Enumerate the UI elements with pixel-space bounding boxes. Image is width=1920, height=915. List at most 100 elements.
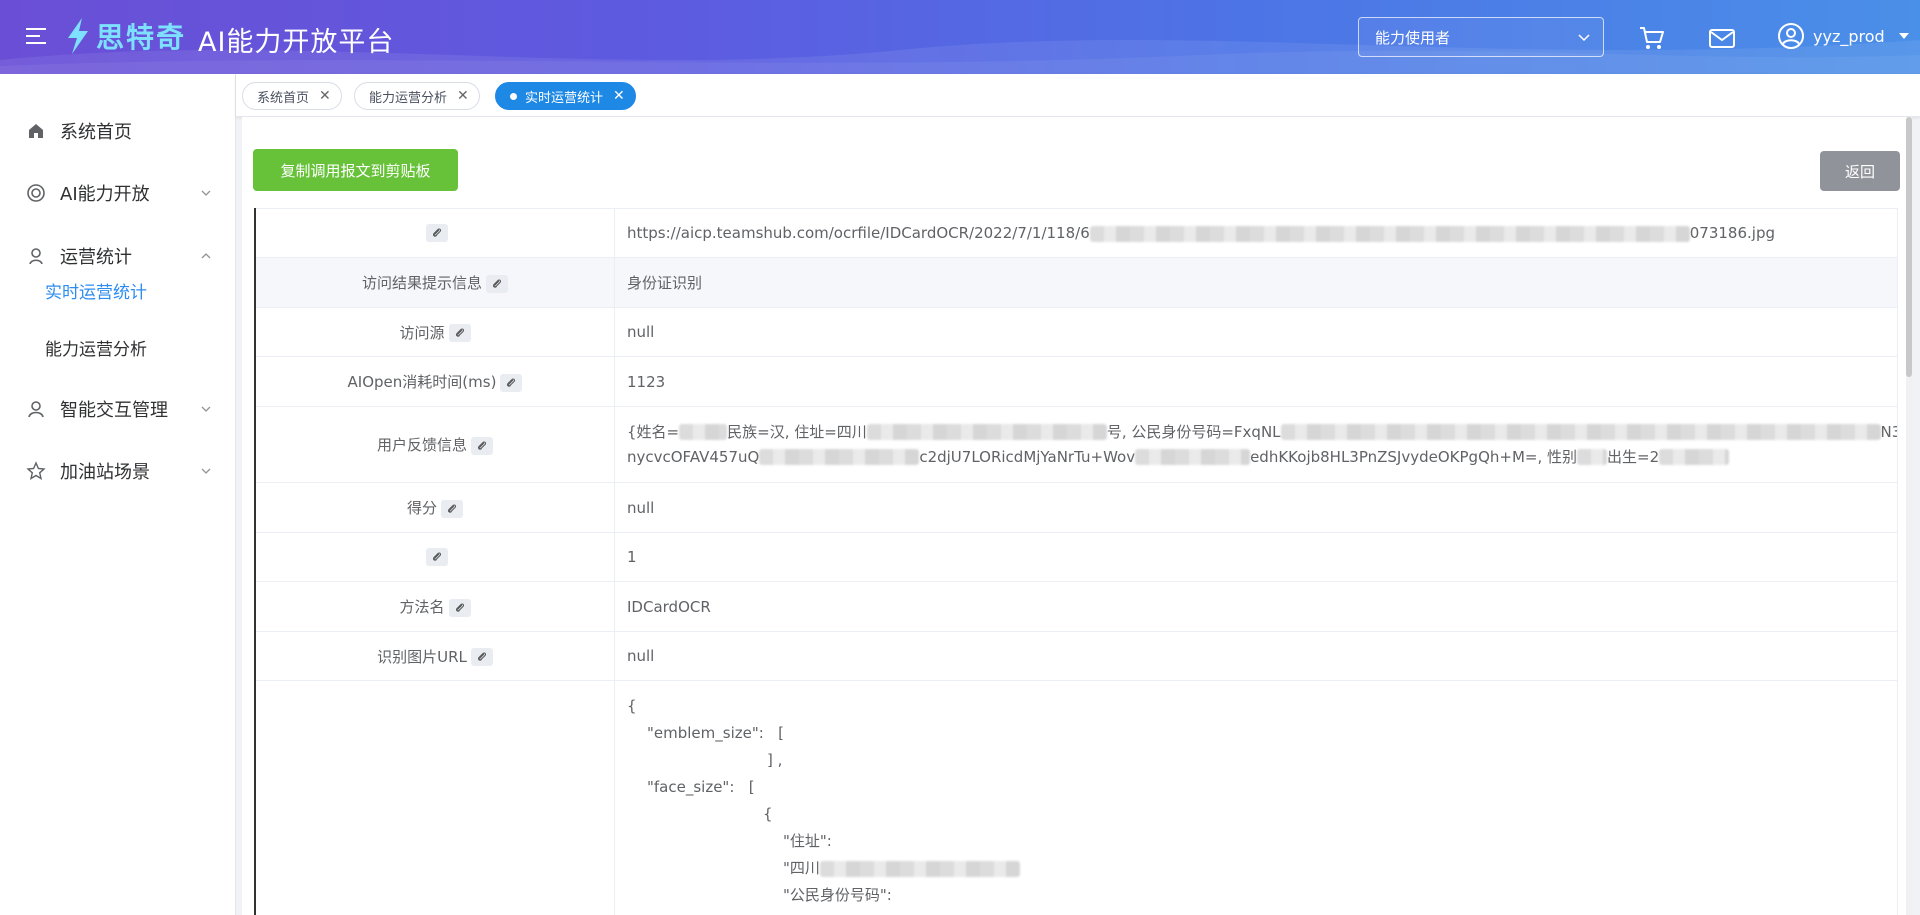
scrollbar-thumb[interactable] xyxy=(1906,117,1912,377)
close-icon[interactable]: ✕ xyxy=(613,88,625,104)
sidebar-subitem-capability-analysis[interactable]: 能力运营分析 xyxy=(0,324,236,370)
star-icon xyxy=(26,461,46,480)
chevron-down-icon xyxy=(201,190,211,196)
active-dot-icon xyxy=(510,92,517,100)
paperclip-icon[interactable] xyxy=(448,598,471,617)
platform-title: AI能力开放平台 xyxy=(198,27,395,58)
row-label: 访问源 xyxy=(254,307,615,357)
top-header: 思特奇 AI能力开放平台 能力使用者 yyz_prod xyxy=(0,0,1920,74)
redacted-region xyxy=(679,424,728,440)
lifebuoy-icon xyxy=(27,184,45,202)
paperclip-icon[interactable] xyxy=(441,499,463,518)
main-content: 复制调用报文到剪贴板 返回 https://aicp.teamshub.com/… xyxy=(242,117,1912,915)
chevron-down-icon xyxy=(201,406,211,412)
row-value: IDCardOCR xyxy=(614,581,1898,632)
row-label: 方法名 xyxy=(254,581,615,632)
tab-realtime-stats[interactable]: 实时运营统计 ✕ xyxy=(495,82,636,110)
row-value: 1123 xyxy=(614,356,1898,407)
json-line: { xyxy=(763,805,773,823)
copy-to-clipboard-button[interactable]: 复制调用报文到剪贴板 xyxy=(253,149,458,191)
row-label: AIOpen消耗时间(ms) xyxy=(254,356,615,407)
table-row: AIOpen消耗时间(ms) 1123 xyxy=(254,356,1898,407)
tab-label: 实时运营统计 xyxy=(525,90,604,106)
json-line: { xyxy=(627,697,637,715)
table-row: { "emblem_size": [ ] , "face_size": [ { … xyxy=(254,680,1898,915)
logo-bolt-icon xyxy=(68,18,88,54)
user-icon xyxy=(28,401,44,418)
back-button[interactable]: 返回 xyxy=(1820,151,1900,191)
tab-home[interactable]: 系统首页 ✕ xyxy=(242,82,342,110)
close-icon[interactable]: ✕ xyxy=(319,88,331,104)
row-value: {姓名= 民族=汉, 住址=四川 号, 公民身份号码=FxqNL N3 nycvcOF… xyxy=(614,406,1898,483)
sidebar-item-interaction-mgmt[interactable]: 智能交互管理 xyxy=(0,384,236,434)
json-line: ] , xyxy=(767,751,783,769)
row-label-empty xyxy=(254,680,615,915)
table-row: 1 xyxy=(254,532,1898,582)
table-row: 用户反馈信息 {姓名= 民族=汉, 住址=四川 号, 公民身份号码=FxqNL N3 … xyxy=(254,406,1898,483)
sidebar-subitem-label: 实时运营统计 xyxy=(45,282,147,303)
caret-down-icon xyxy=(1898,33,1909,39)
sidebar-item-gas-station[interactable]: 加油站场景 xyxy=(0,446,236,496)
paperclip-icon[interactable] xyxy=(470,648,493,666)
paperclip-icon[interactable] xyxy=(471,436,493,455)
sidebar-subitem-label: 能力运营分析 xyxy=(45,339,147,360)
tab-label: 能力运营分析 xyxy=(369,90,448,106)
user-avatar-icon xyxy=(1778,23,1804,49)
tabs-bar: 系统首页 ✕ 能力运营分析 ✕ 实时运营统计 ✕ xyxy=(236,74,1920,117)
sidebar-item-ai-open[interactable]: AI能力开放 xyxy=(0,168,236,218)
paperclip-icon[interactable] xyxy=(500,373,523,392)
json-response: { "emblem_size": [ ] , "face_size": [ { … xyxy=(614,680,1898,915)
redacted-region xyxy=(1135,449,1251,465)
redacted-region xyxy=(759,449,920,465)
brand-logo: 思特奇 xyxy=(64,16,186,56)
location-user-icon xyxy=(29,248,43,265)
redacted-region xyxy=(1577,449,1608,465)
table-row: 访问源 null xyxy=(254,307,1898,357)
row-value: null xyxy=(614,482,1898,533)
json-line: "四川 xyxy=(627,855,1897,882)
detail-table: https://aicp.teamshub.com/ocrfile/IDCard… xyxy=(254,208,1898,915)
logo-text: 思特奇 xyxy=(96,21,187,54)
user-menu[interactable]: yyz_prod xyxy=(1777,22,1909,50)
row-value: null xyxy=(614,307,1898,357)
row-value: null xyxy=(614,631,1898,681)
role-select-value: 能力使用者 xyxy=(1375,28,1451,47)
chevron-up-icon xyxy=(201,253,211,259)
cart-icon[interactable] xyxy=(1638,24,1666,52)
scrollbar-track[interactable] xyxy=(1906,117,1912,915)
table-row: 得分 null xyxy=(254,482,1898,533)
row-label: 访问结果提示信息 xyxy=(254,257,615,308)
username: yyz_prod xyxy=(1813,26,1885,46)
row-label xyxy=(254,208,615,258)
table-row: 识别图片URL null xyxy=(254,631,1898,681)
paperclip-icon[interactable] xyxy=(486,274,508,293)
row-label: 用户反馈信息 xyxy=(254,406,615,483)
sidebar-item-home[interactable]: 系统首页 xyxy=(0,106,236,156)
tab-capability-analysis[interactable]: 能力运营分析 ✕ xyxy=(354,82,480,110)
chevron-down-icon xyxy=(201,468,211,474)
sidebar-item-label: AI能力开放 xyxy=(60,184,150,205)
mail-icon[interactable] xyxy=(1708,24,1736,52)
sidebar-item-label: 系统首页 xyxy=(60,122,132,143)
paperclip-icon[interactable] xyxy=(426,548,448,567)
sidebar-item-label: 加油站场景 xyxy=(60,462,150,483)
redacted-region xyxy=(1659,449,1730,465)
chevron-down-icon xyxy=(1578,34,1590,42)
sidebar: 系统首页 AI能力开放 运营统计 实时运营统计 能力运营分析 智能交互管理 加油… xyxy=(0,74,236,915)
json-line: "face_size": [ xyxy=(647,778,755,796)
paperclip-icon[interactable] xyxy=(448,324,471,342)
sidebar-subitem-realtime-stats[interactable]: 实时运营统计 xyxy=(0,267,236,313)
role-select[interactable]: 能力使用者 xyxy=(1358,17,1604,57)
table-row: https://aicp.teamshub.com/ocrfile/IDCard… xyxy=(254,208,1898,258)
json-line: "住址": xyxy=(783,832,832,850)
tab-label: 系统首页 xyxy=(257,90,310,106)
redacted-region xyxy=(1089,225,1690,242)
row-label: 识别图片URL xyxy=(254,631,615,681)
sidebar-item-label: 运营统计 xyxy=(60,247,132,268)
close-icon[interactable]: ✕ xyxy=(457,88,469,104)
paperclip-icon[interactable] xyxy=(426,224,448,243)
row-label xyxy=(254,532,615,582)
redacted-region xyxy=(1280,424,1881,440)
menu-toggle-icon[interactable] xyxy=(26,28,46,46)
table-row: 访问结果提示信息 身份证识别 xyxy=(254,257,1898,308)
